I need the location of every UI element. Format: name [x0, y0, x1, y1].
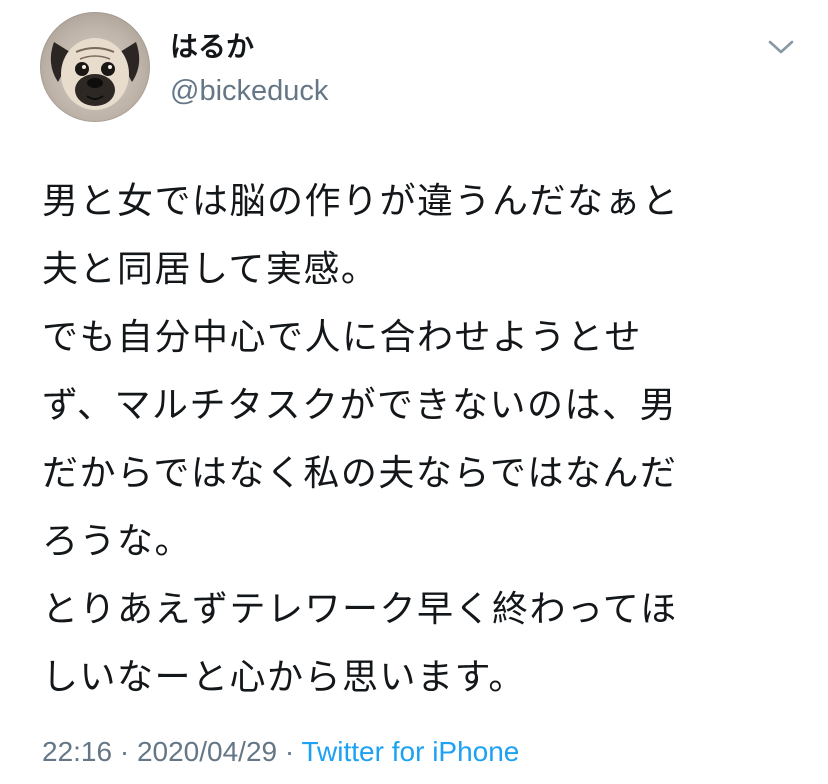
tweet-text-line: 夫と同居して実感。: [42, 249, 379, 290]
tweet-header: はるか @bickeduck: [40, 12, 800, 124]
user-handle[interactable]: @bickeduck: [170, 74, 328, 108]
tweet-text-line: だからではなく私の夫ならではなんだ: [42, 453, 678, 494]
tweet-card: はるか @bickeduck 男と女では脳の作りが違うんだなぁと 夫と同居して実…: [0, 0, 828, 784]
chevron-down-icon: [768, 40, 794, 54]
tweet-meta: 22:16 · 2020/04/29 · Twitter for iPhone: [42, 734, 519, 770]
tweet-text-line: ろうな。: [42, 521, 193, 562]
tweet-text: 男と女では脳の作りが違うんだなぁと 夫と同居して実感。 でも自分中心で人に合わせ…: [42, 168, 802, 712]
tweet-time[interactable]: 22:16: [42, 736, 112, 767]
tweet-text-line: しいなーと心から思います。: [42, 657, 526, 698]
tweet-date[interactable]: 2020/04/29: [137, 736, 277, 767]
meta-separator: ·: [277, 736, 302, 767]
pug-avatar-icon: [50, 38, 140, 110]
tweet-text-line: でも自分中心で人に合わせようとせ: [42, 317, 643, 358]
tweet-text-line: ず、マルチタスクができないのは、男: [42, 385, 677, 426]
avatar[interactable]: [40, 12, 150, 122]
tweet-source-link[interactable]: Twitter for iPhone: [302, 736, 520, 767]
tweet-menu-button[interactable]: [766, 36, 796, 58]
meta-separator: ·: [112, 736, 137, 767]
display-name[interactable]: はるか: [170, 30, 328, 64]
user-names: はるか @bickeduck: [170, 30, 328, 108]
tweet-text-line: とりあえずテレワーク早く終わってほ: [42, 589, 678, 630]
tweet-text-line: 男と女では脳の作りが違うんだなぁと: [42, 181, 680, 222]
